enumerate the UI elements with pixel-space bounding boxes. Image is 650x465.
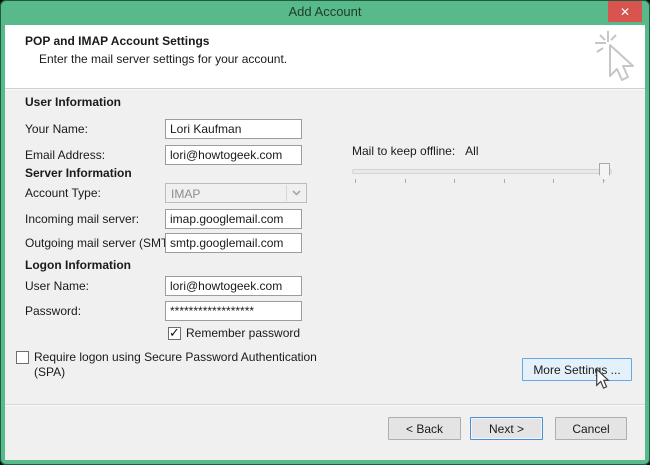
outgoing-server-input[interactable] [165, 233, 302, 253]
slider-tick [553, 179, 554, 183]
user-name-input[interactable] [165, 276, 302, 296]
slider-tick [405, 179, 406, 183]
close-icon: ✕ [619, 4, 631, 19]
email-address-input[interactable] [165, 145, 302, 165]
account-type-value: IMAP [171, 187, 201, 201]
account-type-label: Account Type: [25, 186, 101, 200]
page-subtitle: Enter the mail server settings for your … [39, 52, 288, 66]
wizard-sparkle-cursor-icon [595, 31, 634, 81]
remember-password-checkbox[interactable]: Remember password [168, 325, 301, 341]
add-account-dialog: Add Account ✕ POP and IMAP Account Setti… [0, 0, 650, 465]
next-button[interactable]: Next > [470, 417, 543, 440]
your-name-input[interactable] [165, 119, 302, 139]
checkbox-box[interactable] [16, 351, 29, 364]
password-input[interactable] [165, 301, 302, 321]
window-title: Add Account [288, 4, 362, 19]
slider-track [352, 169, 612, 174]
password-label: Password: [25, 304, 82, 318]
incoming-server-label: Incoming mail server: [25, 212, 140, 226]
section-logon-information: Logon Information [25, 258, 131, 272]
mail-to-keep-offline-label: Mail to keep offline: All [352, 144, 479, 158]
require-spa-label: Require logon using Secure Password Auth… [34, 350, 317, 379]
page-title: POP and IMAP Account Settings [25, 34, 210, 48]
dialog-content: POP and IMAP Account Settings Enter the … [5, 25, 645, 460]
cancel-button[interactable]: Cancel [555, 417, 627, 440]
footer-divider [5, 404, 645, 405]
more-settings-button[interactable]: More Settings ... [522, 358, 632, 381]
account-type-dropdown[interactable]: IMAP [165, 183, 307, 203]
email-address-label: Email Address: [25, 148, 106, 162]
slider-tick [504, 179, 505, 183]
remember-password-label: Remember password [186, 326, 301, 340]
mail-offline-slider[interactable] [352, 163, 612, 185]
user-name-label: User Name: [25, 279, 90, 293]
section-server-information: Server Information [25, 166, 132, 180]
slider-tick [603, 179, 604, 183]
titlebar[interactable]: Add Account ✕ [0, 0, 650, 25]
mouse-cursor-icon [596, 368, 610, 389]
incoming-server-input[interactable] [165, 209, 302, 229]
slider-tick [355, 179, 356, 183]
outgoing-server-label: Outgoing mail server (SMTP): [25, 236, 184, 250]
require-spa-checkbox[interactable]: Require logon using Secure Password Auth… [16, 350, 346, 380]
chevron-down-icon [291, 190, 301, 196]
close-button[interactable]: ✕ [608, 1, 642, 22]
wizard-header: POP and IMAP Account Settings Enter the … [5, 25, 645, 89]
slider-thumb[interactable] [599, 163, 610, 181]
your-name-label: Your Name: [25, 122, 88, 136]
checkbox-box[interactable] [168, 325, 181, 341]
mail-to-keep-offline-value: All [465, 144, 479, 158]
section-user-information: User Information [25, 95, 122, 109]
slider-tick [454, 179, 455, 183]
back-button[interactable]: < Back [388, 417, 461, 440]
